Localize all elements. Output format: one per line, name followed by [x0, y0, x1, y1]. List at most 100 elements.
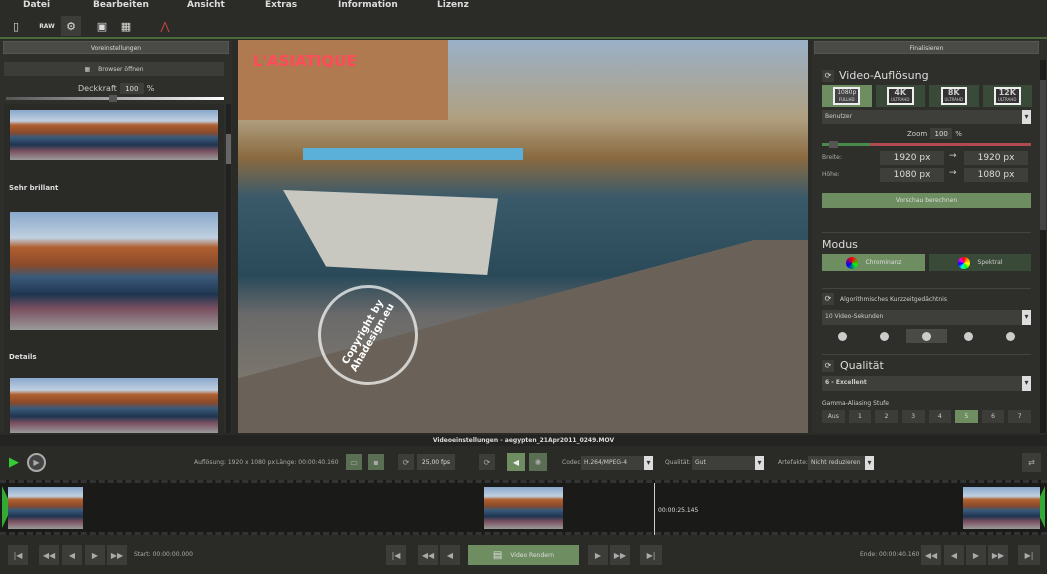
step-forward-icon[interactable]: ▶ [85, 545, 105, 565]
quality-section-title: ⟳ Qualität [822, 359, 884, 372]
jump-start-icon[interactable]: |◀ [386, 545, 406, 565]
menu-lizenz[interactable]: Lizenz [437, 0, 469, 10]
gamma-level-6[interactable]: 6 [981, 410, 1005, 423]
level-4[interactable] [949, 329, 989, 343]
fast-forward-icon[interactable]: ▶▶ [107, 545, 127, 565]
timeline[interactable]: 00:00:25.145 [0, 480, 1047, 535]
opacity-slider[interactable] [6, 95, 224, 102]
res-1080p-button[interactable]: 1080p FULLHD [822, 85, 872, 107]
memory-select[interactable]: 10 Video-Sekunden [822, 310, 1031, 325]
presets-header: Voreinstellungen [3, 41, 229, 54]
preset-list: Sehr brillant Details [4, 104, 224, 433]
settings-gears-icon[interactable]: ⚙ [61, 16, 81, 36]
reset-icon[interactable]: ⟳ [822, 69, 834, 82]
width-input[interactable]: 1920 px [880, 151, 944, 165]
end-fast-back-icon[interactable]: ◀◀ [921, 545, 941, 565]
menu-information[interactable]: Information [338, 0, 398, 10]
memory-row: ⟳ Algorithmisches Kurzzeitgedächtnis [822, 293, 947, 305]
go-end-icon[interactable]: ▶| [1018, 545, 1040, 565]
forward-icon[interactable]: ▶▶ [610, 545, 630, 565]
menu-extras[interactable]: Extras [265, 0, 297, 10]
reset-icon[interactable]: ⟳ [822, 293, 834, 305]
resolution-preset-select[interactable]: Benutzer [822, 110, 1031, 124]
render-video-button[interactable]: ▤ Video Rendern [468, 545, 579, 565]
res-label: 4K [894, 88, 907, 97]
finalize-scrollbar[interactable] [1040, 60, 1046, 433]
video-preview[interactable]: L'ASIATIQUE Copyright by Ahadesign.eu [238, 40, 808, 433]
gamma-level-1[interactable]: 1 [848, 410, 872, 423]
mode-chrominance-button[interactable]: Chrominanz [822, 254, 925, 271]
level-1[interactable] [822, 329, 862, 343]
zoom-input[interactable]: 100 [930, 128, 953, 139]
compute-preview-button[interactable]: Vorschau berechnen [822, 193, 1031, 208]
height-input[interactable]: 1080 px [880, 168, 944, 182]
menu-datei[interactable]: Datei [23, 0, 50, 10]
height-output: 1080 px [964, 168, 1028, 182]
gamma-level-4[interactable]: 4 [928, 410, 952, 423]
preset-thumbnail[interactable] [10, 110, 218, 160]
res-12k-button[interactable]: 12K ULTRAHD [982, 85, 1032, 107]
preset-label-sehr-brillant: Sehr brillant [9, 184, 59, 192]
end-step-forward-icon[interactable]: ▶ [966, 545, 986, 565]
codec-select[interactable]: H.264/MPEG-4 [581, 456, 653, 470]
new-file-icon[interactable]: ▯ [6, 16, 26, 36]
end-fast-forward-icon[interactable]: ▶▶ [988, 545, 1008, 565]
save-icon[interactable]: ▣ [92, 16, 112, 36]
preset-thumbnail-sehr-brillant[interactable] [10, 212, 218, 330]
zoom-slider[interactable] [822, 141, 1031, 148]
open-browser-button[interactable]: ▦ Browser öffnen [4, 62, 224, 76]
rewind-icon[interactable]: ◀◀ [418, 545, 438, 565]
histogram-icon[interactable]: ⋀ [155, 16, 175, 36]
opacity-slider-handle[interactable] [109, 95, 117, 102]
res-4k-button[interactable]: 4K ULTRAHD [875, 85, 925, 107]
play-preview-icon[interactable]: ▶ [27, 453, 46, 472]
fps-field[interactable]: 25,00 fps [417, 454, 455, 470]
quality-select[interactable]: 6 - Excellent [822, 376, 1031, 391]
go-start-icon[interactable]: |◀ [8, 545, 28, 565]
end-step-back-icon[interactable]: ◀ [944, 545, 964, 565]
reset-icon[interactable]: ⟳ [479, 454, 495, 470]
preset-scrollbar[interactable] [226, 104, 231, 433]
effect-icon[interactable]: ✺ [529, 453, 547, 471]
gamma-level-5[interactable]: 5 [955, 410, 978, 423]
gamma-level-7[interactable]: 7 [1008, 410, 1031, 423]
finalize-panel: Finalisieren ⟳ Video-Auflösung 1080p FULLH… [812, 40, 1047, 433]
res-8k-button[interactable]: 8K ULTRAHD [929, 85, 979, 107]
fps-reset-icon[interactable]: ⟳ [398, 454, 414, 470]
menu-bearbeiten[interactable]: Bearbeiten [93, 0, 149, 10]
mode-spectral-button[interactable]: Spektral [929, 254, 1031, 271]
res-label: 12K [998, 88, 1016, 97]
mode-spectral-label: Spektral [977, 259, 1003, 266]
raw-icon[interactable]: RAW [37, 16, 57, 36]
swap-icon[interactable]: ⇄ [1022, 453, 1041, 472]
export-icon[interactable]: ▦ [116, 16, 136, 36]
playhead[interactable] [654, 483, 655, 535]
fast-back-icon[interactable]: ◀◀ [39, 545, 59, 565]
level-2[interactable] [864, 329, 904, 343]
play-icon[interactable]: ▶ [6, 454, 22, 470]
menu-ansicht[interactable]: Ansicht [187, 0, 225, 10]
step-back-icon[interactable]: ◀ [62, 545, 82, 565]
length-info: Länge: 00:00:40.160 [276, 459, 339, 466]
audio-icon[interactable]: ◀ [507, 453, 525, 471]
zoom-slider-handle[interactable] [829, 141, 838, 148]
divider [822, 232, 1031, 233]
gamma-level-aus[interactable]: Aus [822, 410, 845, 423]
artifacts-select[interactable]: Nicht reduzieren [808, 456, 874, 470]
opacity-unit: % [146, 84, 155, 93]
gamma-level-2[interactable]: 2 [875, 410, 898, 423]
next-frame-icon[interactable]: ▶ [588, 545, 608, 565]
fit-frame-icon[interactable]: ▭ [346, 454, 362, 470]
grid-icon: ▦ [84, 65, 91, 73]
level-5[interactable] [991, 329, 1031, 343]
level-3-selected[interactable] [906, 329, 947, 343]
video-quality-select[interactable]: Gut [692, 456, 764, 470]
mode-title: Modus [822, 238, 858, 251]
crop-frame-icon[interactable]: ▪ [368, 454, 384, 470]
opacity-input[interactable]: 100 [119, 83, 144, 94]
preset-thumbnail-details[interactable] [10, 378, 218, 433]
jump-end-icon[interactable]: ▶| [640, 545, 662, 565]
gamma-level-3[interactable]: 3 [901, 410, 925, 423]
prev-frame-icon[interactable]: ◀ [440, 545, 460, 565]
reset-icon[interactable]: ⟳ [822, 359, 834, 372]
